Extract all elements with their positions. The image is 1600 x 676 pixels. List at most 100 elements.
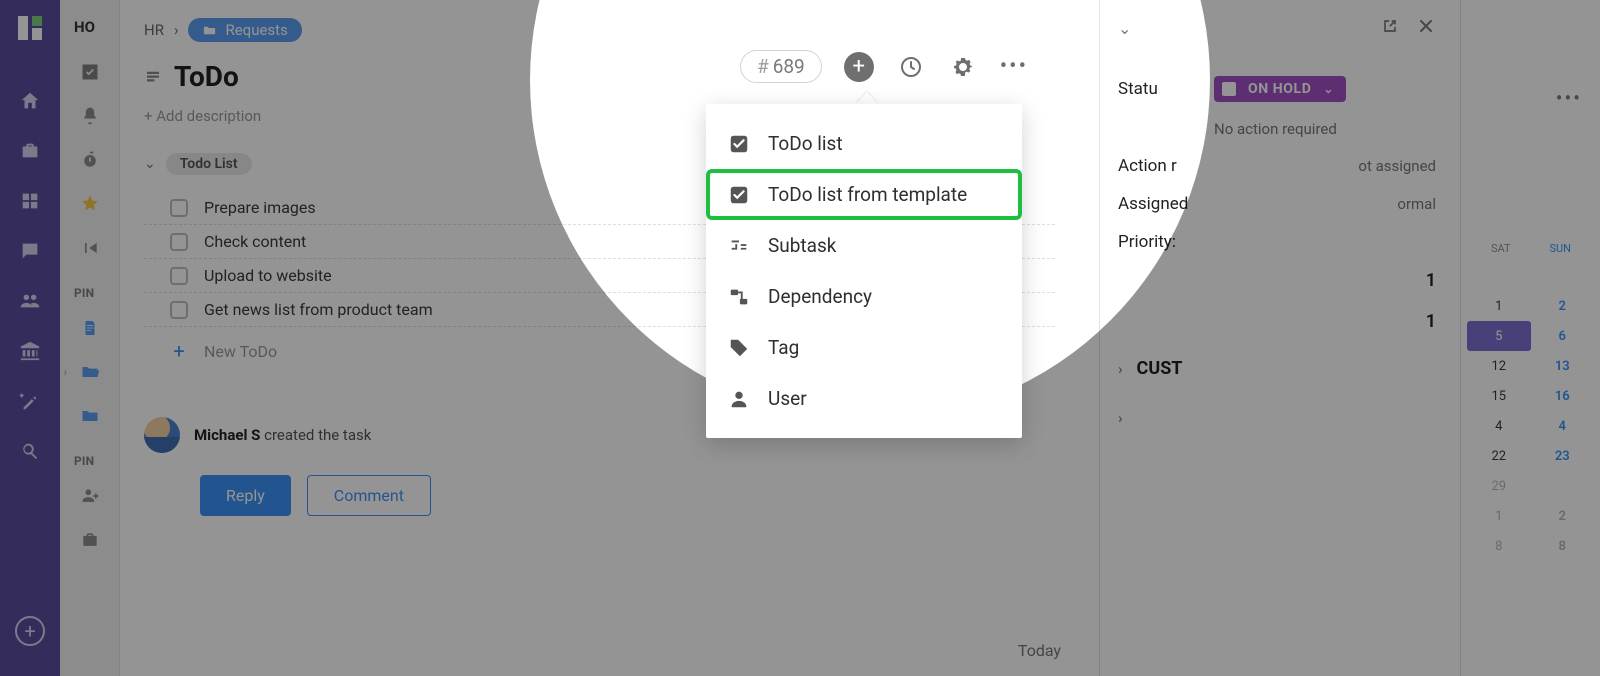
detail-count-2: 1 <box>1426 311 1436 332</box>
popup-item-todo-list[interactable]: ToDo list <box>706 118 1022 169</box>
popup-item-dependency[interactable]: Dependency <box>706 271 1022 322</box>
popup-item-tag[interactable]: Tag <box>706 322 1022 373</box>
task-action-bar: # 689 + ••• <box>740 50 1028 83</box>
calendar-cell[interactable]: 12 <box>1467 351 1531 381</box>
rail-grid-icon[interactable] <box>0 176 60 226</box>
mini-star-icon[interactable] <box>60 182 120 226</box>
tag-icon <box>728 337 750 359</box>
mini-check-icon[interactable] <box>60 50 120 94</box>
clock-icon[interactable] <box>896 52 926 82</box>
popout-icon[interactable] <box>1380 16 1400 40</box>
rail-bank-icon[interactable] <box>0 326 60 376</box>
mini-bell-icon[interactable] <box>60 94 120 138</box>
popup-item-label: Subtask <box>768 234 836 257</box>
rail-add-button[interactable]: + <box>0 606 60 656</box>
mini-briefcase2-icon[interactable] <box>60 518 120 562</box>
comment-button[interactable]: Comment <box>307 475 431 516</box>
mini-timer-icon[interactable] <box>60 138 120 182</box>
more-icon[interactable]: ••• <box>1556 86 1582 110</box>
popup-item-label: Tag <box>768 336 799 359</box>
task-title[interactable]: ToDo <box>174 60 239 93</box>
calendar-cell[interactable]: 23 <box>1531 441 1595 471</box>
user-icon <box>728 388 750 410</box>
plus-icon: + <box>170 339 188 363</box>
mini-useradd-icon[interactable] <box>60 474 120 518</box>
mini-sidebar-title: HO <box>60 18 119 50</box>
nav-rail: + <box>0 0 60 676</box>
rail-chat-icon[interactable] <box>0 226 60 276</box>
task-id-chip[interactable]: # 689 <box>740 50 822 83</box>
calendar-grid: 125612131516442223291288 <box>1461 261 1600 561</box>
calendar-cell[interactable]: 1 <box>1467 291 1531 321</box>
breadcrumb-chip-label: Requests <box>225 21 287 39</box>
extra-section[interactable]: › <box>1118 409 1436 427</box>
breadcrumb-sep: › <box>174 21 179 39</box>
breadcrumb-root[interactable]: HR <box>144 21 164 39</box>
calendar-peek: ••• SAT SUN 125612131516442223291288 <box>1460 0 1600 676</box>
reply-button[interactable]: Reply <box>200 475 291 516</box>
mini-skipback-icon[interactable] <box>60 226 120 270</box>
mini-doc-icon[interactable] <box>60 306 120 350</box>
details-collapse-icon[interactable]: ⌄ <box>1118 19 1131 38</box>
rail-search-icon[interactable] <box>0 426 60 476</box>
avatar <box>144 417 180 453</box>
add-menu-button[interactable]: + <box>844 52 874 82</box>
mini-folder-icon[interactable] <box>60 394 120 438</box>
popup-caret <box>856 92 878 104</box>
popup-item-user[interactable]: User <box>706 373 1022 424</box>
check-icon <box>728 133 750 155</box>
calendar-cell[interactable]: 29 <box>1467 471 1531 501</box>
calendar-cell[interactable] <box>1531 471 1595 501</box>
dependency-icon <box>728 286 750 308</box>
popup-item-label: ToDo list <box>768 132 843 155</box>
breadcrumb-chip[interactable]: Requests <box>188 18 301 42</box>
calendar-cell[interactable]: 15 <box>1467 381 1531 411</box>
chevron-down-icon: ⌄ <box>144 156 156 172</box>
gear-icon[interactable] <box>948 52 978 82</box>
calendar-cell[interactable]: 16 <box>1531 381 1595 411</box>
close-icon[interactable] <box>1416 16 1436 40</box>
todo-checkbox[interactable] <box>170 233 188 251</box>
breadcrumb: HR › Requests <box>144 18 1055 42</box>
custom-section[interactable]: › CUST <box>1118 358 1436 379</box>
calendar-cell[interactable]: 4 <box>1467 411 1531 441</box>
rail-wand-icon[interactable] <box>0 376 60 426</box>
add-menu-popup: ToDo list ToDo list from template Subtask D… <box>706 104 1022 438</box>
popup-item-todo-list-from-template[interactable]: ToDo list from template <box>706 169 1022 220</box>
cal-hdr-sun: SUN <box>1531 242 1591 255</box>
calendar-cell[interactable]: 13 <box>1531 351 1595 381</box>
calendar-cell[interactable] <box>1467 261 1531 291</box>
more-actions-icon[interactable]: ••• <box>1000 54 1028 79</box>
folder-icon <box>202 23 217 38</box>
calendar-cell[interactable]: 2 <box>1531 291 1595 321</box>
calendar-cell[interactable]: 2 <box>1531 501 1595 531</box>
calendar-cell[interactable]: 22 <box>1467 441 1531 471</box>
todo-checkbox[interactable] <box>170 267 188 285</box>
subtask-icon <box>728 235 750 257</box>
status-value: ON HOLD <box>1248 81 1311 97</box>
chevron-right-icon: › <box>1118 360 1123 378</box>
calendar-cell[interactable]: 1 <box>1467 501 1531 531</box>
rail-briefcase-icon[interactable] <box>0 126 60 176</box>
popup-item-label: Dependency <box>768 285 872 308</box>
todo-checkbox[interactable] <box>170 301 188 319</box>
chevron-down-icon: ⌄ <box>1323 82 1334 96</box>
todo-label: Upload to website <box>204 266 332 285</box>
rail-group-icon[interactable] <box>0 276 60 326</box>
status-square-icon <box>1222 82 1236 96</box>
calendar-cell[interactable]: 8 <box>1467 531 1531 561</box>
activity-action: created the task <box>264 426 371 444</box>
calendar-cell[interactable]: 6 <box>1531 321 1595 351</box>
calendar-cell[interactable] <box>1531 261 1595 291</box>
calendar-cell[interactable]: 4 <box>1531 411 1595 441</box>
rail-home-icon[interactable] <box>0 76 60 126</box>
todo-checkbox[interactable] <box>170 199 188 217</box>
popup-item-subtask[interactable]: Subtask <box>706 220 1022 271</box>
calendar-cell[interactable]: 5 <box>1467 321 1531 351</box>
calendar-cell[interactable]: 8 <box>1531 531 1595 561</box>
mini-folder-open-icon[interactable]: › <box>60 350 120 394</box>
popup-item-label: ToDo list from template <box>768 183 967 206</box>
status-badge[interactable]: ON HOLD ⌄ <box>1214 76 1346 102</box>
activity-author: Michael S <box>194 426 260 444</box>
mini-group1-label: PIN <box>60 270 94 306</box>
